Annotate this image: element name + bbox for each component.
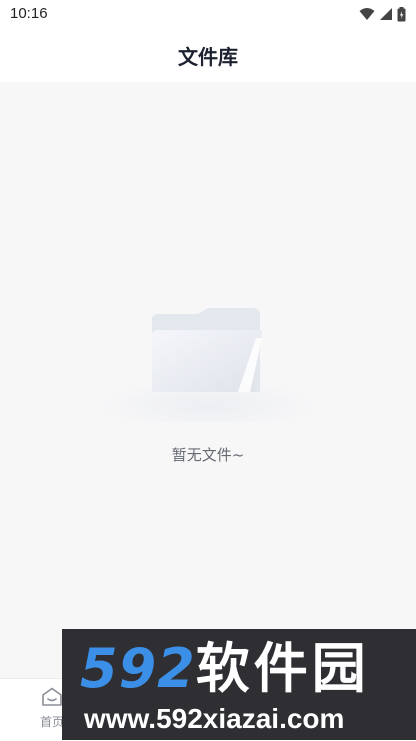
status-bar: 10:16 xyxy=(0,0,416,28)
empty-state-area: 暂无文件~ xyxy=(0,82,416,678)
status-icons xyxy=(359,6,406,22)
watermark-logo: 592软件园 xyxy=(80,637,370,701)
signal-icon xyxy=(380,8,392,20)
header: 文件库 xyxy=(0,28,416,82)
folder-icon xyxy=(100,308,316,422)
watermark-logo-cn: 软件园 xyxy=(195,637,370,700)
empty-message: 暂无文件~ xyxy=(171,446,245,464)
home-icon xyxy=(42,687,62,706)
watermark-logo-number: 592 xyxy=(80,637,196,700)
watermark-url: www.592xiazai.com xyxy=(84,703,345,734)
watermark: 592软件园 www.592xiazai.com xyxy=(62,629,416,740)
page-title: 文件库 xyxy=(178,44,238,69)
status-time: 10:16 xyxy=(10,5,48,22)
battery-icon xyxy=(397,6,406,21)
wifi-icon xyxy=(359,8,375,20)
